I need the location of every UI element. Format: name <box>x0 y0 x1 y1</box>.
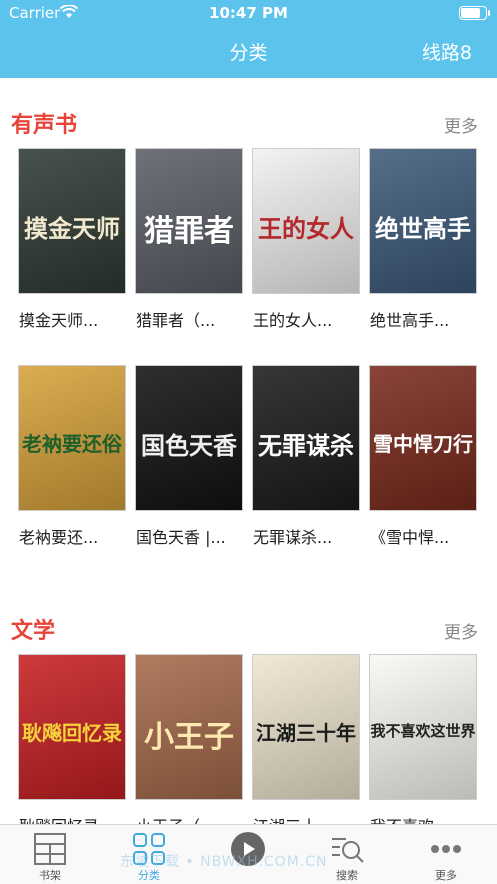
book-card[interactable]: 耿飚回忆录耿飚回忆录... <box>18 654 126 837</box>
book-card[interactable]: 江湖三十年江湖三十... <box>252 654 360 837</box>
book-card[interactable]: 猎罪者猎罪者（... <box>135 148 243 331</box>
book-cover: 我不喜欢这世界 <box>369 654 477 800</box>
section-more-audiobooks-button[interactable]: 更多 <box>444 112 478 137</box>
book-title: 无罪谋杀... <box>253 528 333 547</box>
book-cover-text: 耿飚回忆录 <box>22 721 122 745</box>
book-card[interactable]: 我不喜欢这世界我不喜欢... <box>369 654 477 837</box>
book-cover-text: 国色天香 <box>141 431 237 460</box>
book-title: 猎罪者（... <box>136 311 216 330</box>
book-title: 老衲要还... <box>19 528 99 547</box>
book-cover-text: 我不喜欢这世界 <box>370 721 476 740</box>
book-card[interactable]: 绝世高手绝世高手... <box>369 148 477 331</box>
tab-more-label: 更多 <box>435 869 457 882</box>
section-title-literature: 文学 <box>11 619 56 644</box>
watermark: 东坡下载 • NBWXH.COM.CN <box>120 854 328 870</box>
book-title: 国色天香 |... <box>136 528 226 547</box>
clock: 10:47 PM <box>209 4 288 22</box>
book-cover: 耿飚回忆录 <box>18 654 126 800</box>
book-card[interactable]: 无罪谋杀无罪谋杀... <box>252 365 360 548</box>
more-icon <box>431 845 461 853</box>
book-cover: 小王子 <box>135 654 243 800</box>
section-title-audiobooks: 有声书 <box>11 113 78 138</box>
status-bar: Carrier 10:47 PM <box>0 0 497 26</box>
book-card[interactable]: 雪中悍刀行《雪中悍... <box>369 365 477 548</box>
book-cover: 猎罪者 <box>135 148 243 294</box>
book-cover-text: 王的女人 <box>258 214 354 243</box>
book-cover: 老衲要还俗 <box>18 365 126 511</box>
bookshelf-icon <box>34 833 66 865</box>
book-cover: 绝世高手 <box>369 148 477 294</box>
book-cover: 雪中悍刀行 <box>369 365 477 511</box>
search-icon <box>332 838 364 863</box>
book-cover-text: 小王子 <box>144 720 234 755</box>
book-cover: 国色天香 <box>135 365 243 511</box>
book-cover: 无罪谋杀 <box>252 365 360 511</box>
book-card[interactable]: 王的女人王的女人... <box>252 148 360 331</box>
book-cover-text: 摸金天师 <box>24 214 120 243</box>
book-cover-text: 猎罪者 <box>144 214 234 249</box>
book-card[interactable]: 老衲要还俗老衲要还... <box>18 365 126 548</box>
tab-bookshelf-label: 书架 <box>39 869 61 882</box>
book-title: 摸金天师... <box>19 311 99 330</box>
book-title: 《雪中悍... <box>370 528 450 547</box>
book-cover: 江湖三十年 <box>252 654 360 800</box>
battery-icon <box>459 6 490 20</box>
book-cover-text: 江湖三十年 <box>256 721 356 745</box>
tab-more[interactable]: 更多 <box>396 825 496 884</box>
navbar: 分类 线路8 <box>0 26 497 78</box>
book-cover: 王的女人 <box>252 148 360 294</box>
section-more-literature-button[interactable]: 更多 <box>444 618 478 643</box>
book-cover-text: 绝世高手 <box>375 214 471 243</box>
book-card[interactable]: 摸金天师摸金天师... <box>18 148 126 331</box>
book-title: 绝世高手... <box>370 311 450 330</box>
book-title: 王的女人... <box>253 311 333 330</box>
route-selector-button[interactable]: 线路8 <box>422 38 472 65</box>
tab-bookshelf[interactable]: 书架 <box>0 825 100 884</box>
book-card[interactable]: 国色天香国色天香 |... <box>135 365 243 548</box>
book-cover: 摸金天师 <box>18 148 126 294</box>
book-card[interactable]: 小王子小王子（... <box>135 654 243 837</box>
book-cover-text: 老衲要还俗 <box>22 432 122 456</box>
book-cover-text: 无罪谋杀 <box>258 431 354 460</box>
book-cover-text: 雪中悍刀行 <box>373 432 473 456</box>
